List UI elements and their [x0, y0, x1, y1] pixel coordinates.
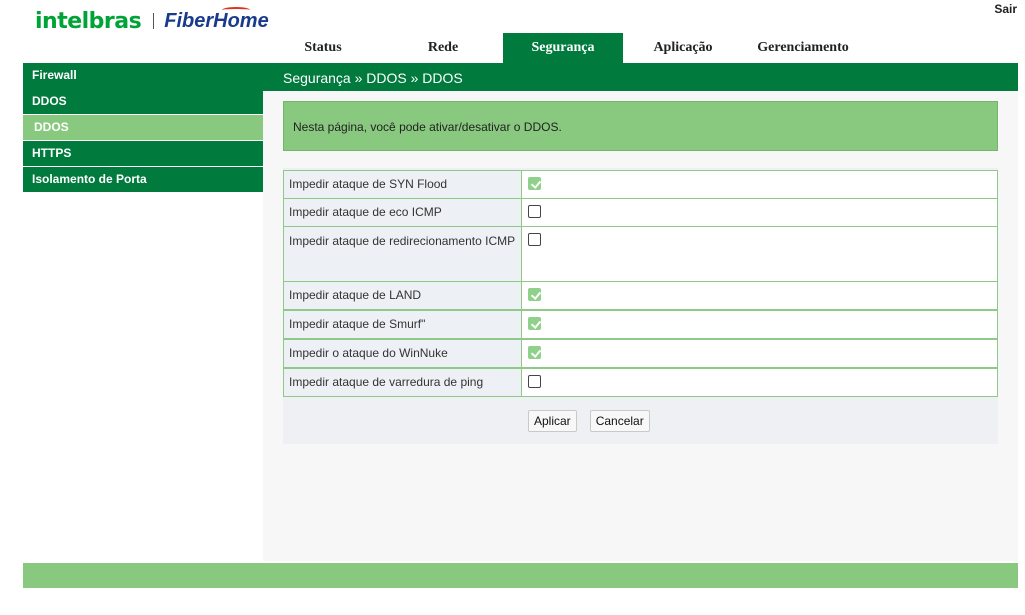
fiberhome-swoosh-icon	[222, 6, 251, 13]
breadcrumb: Segurança » DDOS » DDOS	[283, 70, 463, 86]
tab-seguranca[interactable]: Segurança	[503, 33, 623, 63]
logo-separator	[153, 13, 155, 29]
sidebar-subitem-ddos[interactable]: DDOS	[23, 115, 263, 140]
sidebar-item-https[interactable]: HTTPS	[23, 141, 263, 166]
sidebar-item-ddos[interactable]: DDOS	[23, 89, 263, 114]
eco-icmp-checkbox[interactable]	[528, 205, 541, 218]
syn-flood-checkbox[interactable]	[528, 177, 541, 190]
land-checkbox[interactable]	[528, 288, 541, 301]
option-row-smurf: Impedir ataque de Smurf"	[283, 310, 998, 339]
option-label: Impedir ataque de varredura de ping	[283, 368, 522, 397]
option-row-land: Impedir ataque de LAND	[283, 281, 998, 310]
option-row-syn-flood: Impedir ataque de SYN Flood	[283, 170, 998, 199]
option-label: Impedir ataque de SYN Flood	[283, 170, 522, 199]
tab-rede[interactable]: Rede	[383, 33, 503, 63]
info-box: Nesta página, você pode ativar/desativar…	[283, 101, 998, 151]
apply-button[interactable]: Aplicar	[528, 410, 577, 432]
intelbras-logo: intelbras	[35, 8, 142, 34]
form-actions: Aplicar Cancelar	[528, 410, 650, 432]
sidebar: Firewall DDOS DDOS HTTPS Isolamento de P…	[23, 63, 263, 193]
winnuke-checkbox[interactable]	[528, 346, 541, 359]
option-label: Impedir ataque de Smurf"	[283, 310, 522, 339]
option-label: Impedir ataque de eco ICMP	[283, 198, 522, 227]
option-label: Impedir ataque de redirecionamento ICMP	[283, 226, 522, 282]
top-navigation: Status Rede Segurança Aplicação Gerencia…	[263, 33, 863, 63]
footer-bar	[23, 563, 1018, 588]
option-row-redirecionamento-icmp: Impedir ataque de redirecionamento ICMP	[283, 226, 998, 282]
fiberhome-logo-text: FiberHome	[164, 9, 269, 32]
redirecionamento-icmp-checkbox[interactable]	[528, 233, 541, 246]
option-row-winnuke: Impedir o ataque do WinNuke	[283, 339, 998, 368]
varredura-ping-checkbox[interactable]	[528, 375, 541, 388]
option-label: Impedir ataque de LAND	[283, 281, 522, 310]
option-label: Impedir o ataque do WinNuke	[283, 339, 522, 368]
fiberhome-logo: FiberHome	[164, 6, 269, 33]
sidebar-item-isolamento-de-porta[interactable]: Isolamento de Porta	[23, 167, 263, 192]
cancel-button[interactable]: Cancelar	[589, 410, 650, 432]
tab-aplicacao[interactable]: Aplicação	[623, 33, 743, 63]
tab-gerenciamento[interactable]: Gerenciamento	[743, 33, 863, 63]
option-row-varredura-ping: Impedir ataque de varredura de ping	[283, 368, 998, 397]
tab-status[interactable]: Status	[263, 33, 383, 63]
smurf-checkbox[interactable]	[528, 317, 541, 330]
logout-link[interactable]: Sair	[994, 2, 1017, 16]
ddos-options-form: Impedir ataque de SYN Flood Impedir ataq…	[283, 168, 998, 444]
option-row-eco-icmp: Impedir ataque de eco ICMP	[283, 198, 998, 227]
brand-logo: intelbras FiberHome	[35, 6, 269, 36]
sidebar-item-firewall[interactable]: Firewall	[23, 63, 263, 88]
